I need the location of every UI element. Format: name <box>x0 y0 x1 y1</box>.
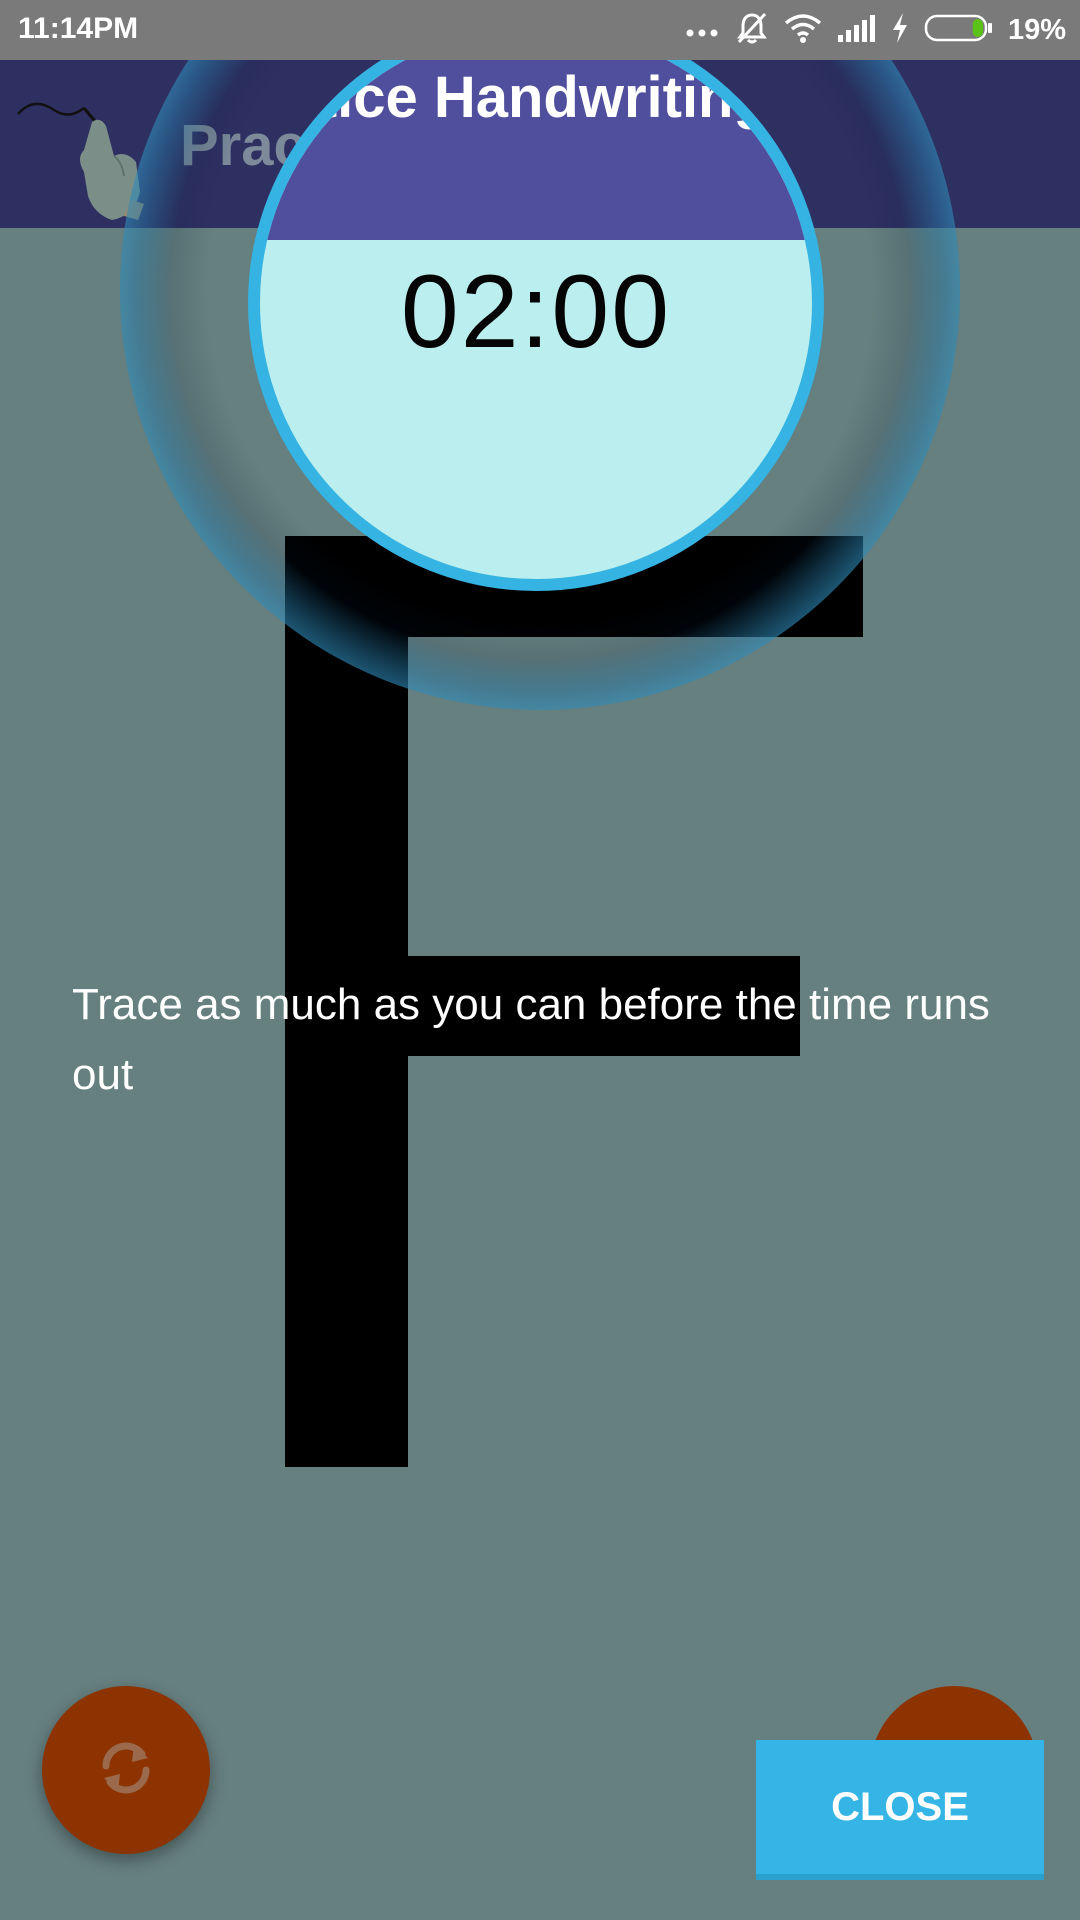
status-icons: 19% <box>684 8 1066 52</box>
screen: 11:14PM 19% Practice Handwriting 02:00 T… <box>0 0 1080 1920</box>
status-time: 11:14PM <box>18 12 139 45</box>
status-bar: 11:14PM 19% <box>0 0 1080 60</box>
timer-spotlight: Practice Handwriting 02:00 <box>248 15 824 591</box>
spotlight-app-title: Practice Handwriting <box>248 65 769 130</box>
refresh-button[interactable] <box>42 1686 210 1854</box>
wifi-icon <box>784 12 822 49</box>
refresh-icon <box>94 1736 158 1805</box>
signal-icon <box>836 13 876 48</box>
battery-icon <box>924 12 994 49</box>
charging-icon <box>890 12 910 49</box>
close-button[interactable]: CLOSE <box>756 1740 1044 1880</box>
instruction-text: Trace as much as you can before the time… <box>72 980 990 1099</box>
more-dots-icon <box>684 13 720 48</box>
silent-bell-icon <box>734 10 770 51</box>
battery-percent: 19% <box>1007 13 1066 46</box>
countdown-timer: 02:00 <box>400 254 672 370</box>
